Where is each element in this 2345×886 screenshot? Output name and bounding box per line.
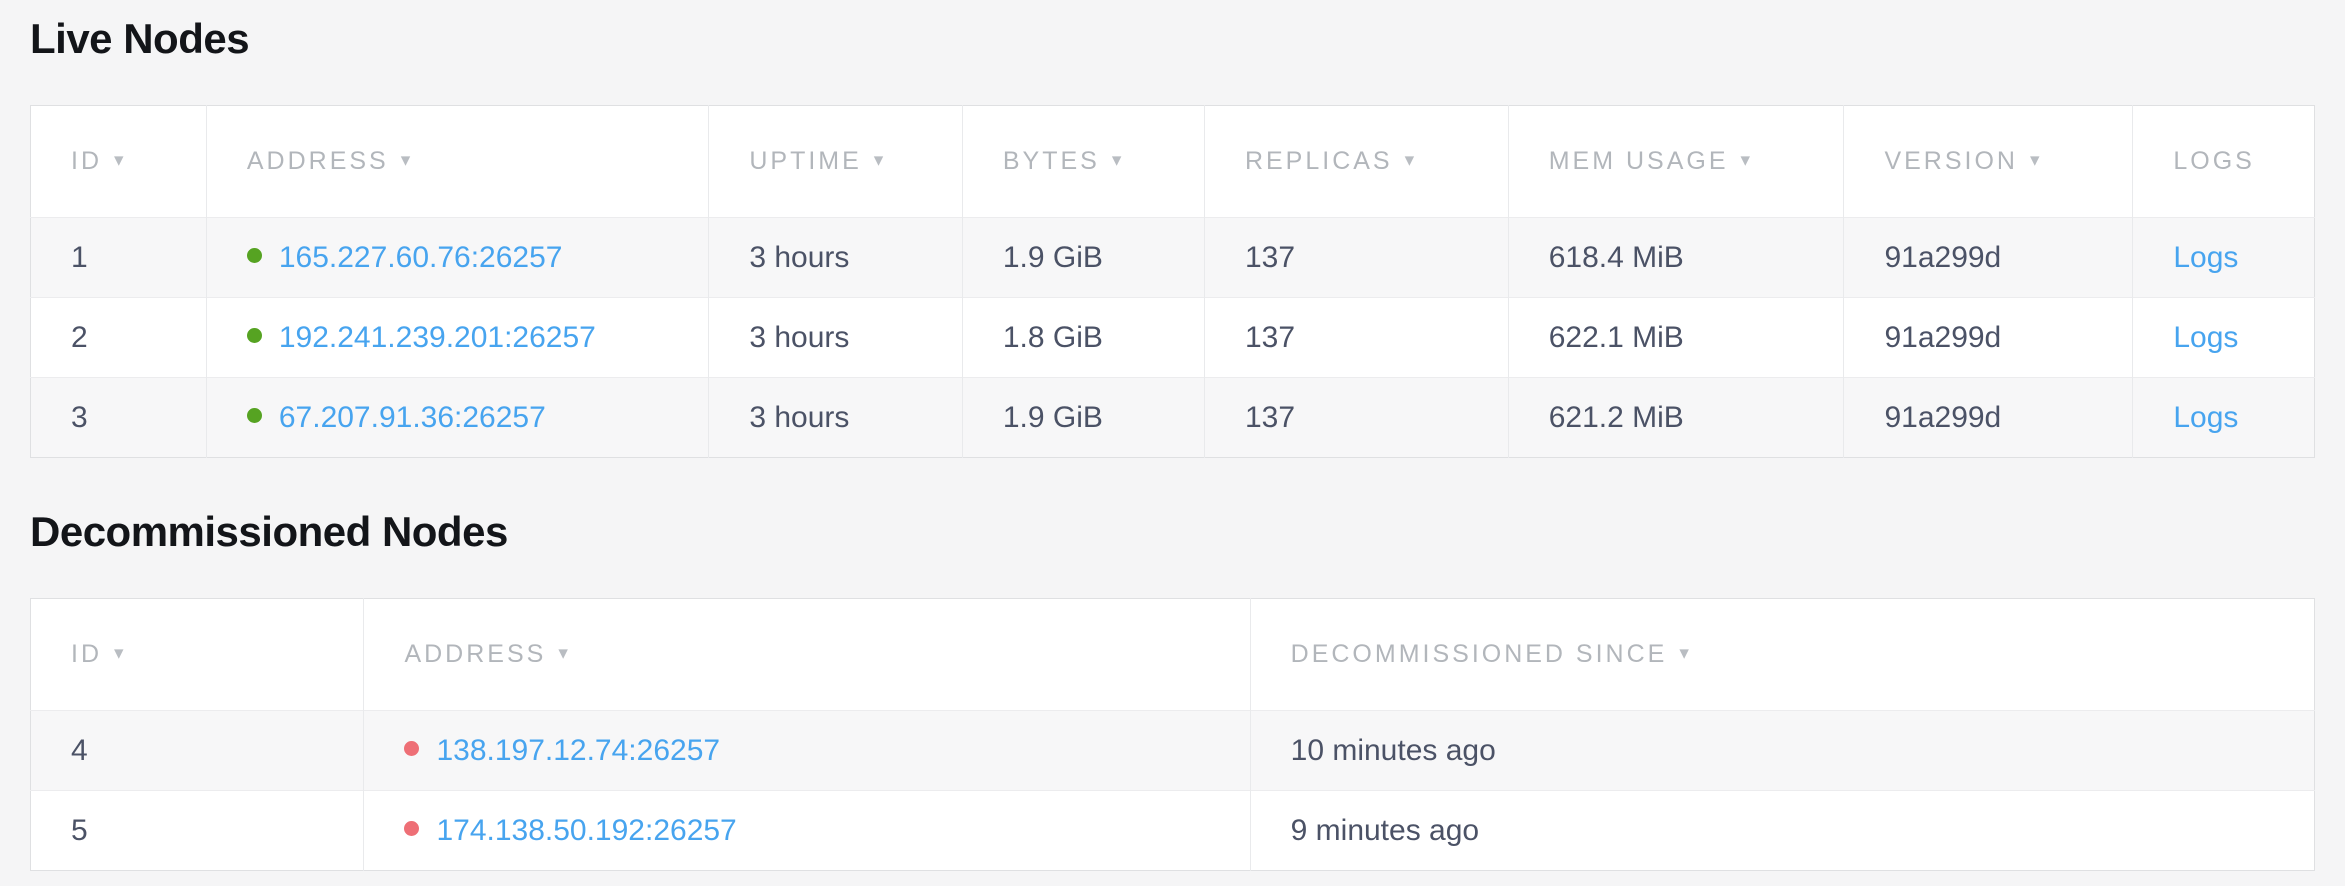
- table-row: 2 192.241.239.201:26257 3 hours 1.8 GiB …: [31, 298, 2315, 378]
- node-uptime-cell: 3 hours: [709, 378, 963, 458]
- sort-arrow-icon: ▾: [114, 643, 124, 664]
- column-header-version[interactable]: VERSION ▾: [1844, 106, 2133, 218]
- live-nodes-title: Live Nodes: [30, 15, 2315, 63]
- node-id-cell: 3: [31, 378, 207, 458]
- column-header-label: UPTIME: [749, 147, 861, 175]
- sort-arrow-icon: ▾: [1112, 150, 1122, 171]
- column-header-id[interactable]: ID ▾: [31, 106, 207, 218]
- node-replicas-cell: 137: [1204, 218, 1508, 298]
- node-logs-link[interactable]: Logs: [2173, 401, 2238, 434]
- nodes-page: Live Nodes ID ▾ ADDRESS ▾: [0, 0, 2345, 871]
- node-version-cell: 91a299d: [1844, 298, 2133, 378]
- node-address-cell: 138.197.12.74:26257: [364, 711, 1250, 791]
- node-version-cell: 91a299d: [1844, 378, 2133, 458]
- column-header-label: REPLICAS: [1245, 147, 1393, 175]
- node-replicas-cell: 137: [1204, 298, 1508, 378]
- node-id-cell: 4: [31, 711, 364, 791]
- live-status-dot-icon: [247, 328, 262, 343]
- column-header-uptime[interactable]: UPTIME ▾: [709, 106, 963, 218]
- column-header-label: ADDRESS: [404, 640, 546, 668]
- decommissioned-status-dot-icon: [404, 821, 419, 836]
- node-logs-link[interactable]: Logs: [2173, 321, 2238, 354]
- column-header-replicas[interactable]: REPLICAS ▾: [1204, 106, 1508, 218]
- node-bytes-cell: 1.9 GiB: [962, 218, 1204, 298]
- sort-arrow-icon: ▾: [114, 150, 124, 171]
- column-header-label: DECOMMISSIONED SINCE: [1291, 640, 1668, 668]
- column-header-id[interactable]: ID ▾: [31, 599, 364, 711]
- column-header-label: BYTES: [1003, 147, 1100, 175]
- decommissioned-nodes-title: Decommissioned Nodes: [30, 508, 2315, 556]
- column-header-label: ADDRESS: [247, 147, 389, 175]
- sort-arrow-icon: ▾: [1679, 643, 1689, 664]
- node-address-cell: 165.227.60.76:26257: [206, 218, 708, 298]
- sort-arrow-icon: ▾: [401, 150, 411, 171]
- node-mem-usage-cell: 621.2 MiB: [1508, 378, 1844, 458]
- node-replicas-cell: 137: [1204, 378, 1508, 458]
- live-nodes-table-header: ID ▾ ADDRESS ▾ UPTIME ▾ BYTES ▾ REPLICAS ▾: [31, 106, 2315, 218]
- node-id-cell: 2: [31, 298, 207, 378]
- sort-arrow-icon: ▾: [874, 150, 884, 171]
- node-address-cell: 174.138.50.192:26257: [364, 791, 1250, 871]
- column-header-label: LOGS: [2173, 147, 2254, 175]
- node-address-link[interactable]: 192.241.239.201:26257: [279, 321, 596, 354]
- header-row: ID ▾ ADDRESS ▾ DECOMMISSIONED SINCE ▾: [31, 599, 2315, 711]
- table-row: 1 165.227.60.76:26257 3 hours 1.9 GiB 13…: [31, 218, 2315, 298]
- column-header-label: ID: [71, 147, 102, 175]
- live-nodes-section: Live Nodes ID ▾ ADDRESS ▾: [30, 15, 2315, 458]
- column-header-logs: LOGS: [2133, 106, 2315, 218]
- table-row: 3 67.207.91.36:26257 3 hours 1.9 GiB 137…: [31, 378, 2315, 458]
- column-header-bytes[interactable]: BYTES ▾: [962, 106, 1204, 218]
- node-mem-usage-cell: 618.4 MiB: [1508, 218, 1844, 298]
- sort-arrow-icon: ▾: [2030, 150, 2040, 171]
- node-bytes-cell: 1.8 GiB: [962, 298, 1204, 378]
- live-status-dot-icon: [247, 408, 262, 423]
- node-address-link[interactable]: 138.197.12.74:26257: [436, 734, 720, 767]
- column-header-label: VERSION: [1884, 147, 2018, 175]
- table-row: 5 174.138.50.192:26257 9 minutes ago: [31, 791, 2315, 871]
- sort-arrow-icon: ▾: [1741, 150, 1751, 171]
- node-address-link[interactable]: 174.138.50.192:26257: [436, 814, 736, 847]
- column-header-decommissioned-since[interactable]: DECOMMISSIONED SINCE ▾: [1250, 599, 2314, 711]
- table-row: 4 138.197.12.74:26257 10 minutes ago: [31, 711, 2315, 791]
- node-mem-usage-cell: 622.1 MiB: [1508, 298, 1844, 378]
- header-row: ID ▾ ADDRESS ▾ UPTIME ▾ BYTES ▾ REPLICAS ▾: [31, 106, 2315, 218]
- node-logs-link[interactable]: Logs: [2173, 241, 2238, 274]
- decommissioned-nodes-table: ID ▾ ADDRESS ▾ DECOMMISSIONED SINCE ▾ 4 138…: [30, 598, 2315, 871]
- column-header-address[interactable]: ADDRESS ▾: [364, 599, 1250, 711]
- node-logs-cell: Logs: [2133, 298, 2315, 378]
- node-logs-cell: Logs: [2133, 378, 2315, 458]
- node-address-cell: 192.241.239.201:26257: [206, 298, 708, 378]
- node-uptime-cell: 3 hours: [709, 298, 963, 378]
- node-address-link[interactable]: 67.207.91.36:26257: [279, 401, 546, 434]
- live-nodes-table: ID ▾ ADDRESS ▾ UPTIME ▾ BYTES ▾ REPLICAS ▾: [30, 105, 2315, 458]
- decommissioned-status-dot-icon: [404, 741, 419, 756]
- decommissioned-nodes-section: Decommissioned Nodes ID ▾ ADDRESS ▾ DECOMM…: [30, 508, 2315, 871]
- node-address-cell: 67.207.91.36:26257: [206, 378, 708, 458]
- column-header-label: MEM USAGE: [1549, 147, 1729, 175]
- column-header-label: ID: [71, 640, 102, 668]
- node-decommissioned-since-cell: 10 minutes ago: [1250, 711, 2314, 791]
- node-id-cell: 1: [31, 218, 207, 298]
- node-version-cell: 91a299d: [1844, 218, 2133, 298]
- node-decommissioned-since-cell: 9 minutes ago: [1250, 791, 2314, 871]
- node-logs-cell: Logs: [2133, 218, 2315, 298]
- column-header-address[interactable]: ADDRESS ▾: [206, 106, 708, 218]
- node-address-link[interactable]: 165.227.60.76:26257: [279, 241, 563, 274]
- sort-arrow-icon: ▾: [1405, 150, 1415, 171]
- node-id-cell: 5: [31, 791, 364, 871]
- node-uptime-cell: 3 hours: [709, 218, 963, 298]
- sort-arrow-icon: ▾: [558, 643, 568, 664]
- decommissioned-nodes-table-header: ID ▾ ADDRESS ▾ DECOMMISSIONED SINCE ▾: [31, 599, 2315, 711]
- live-status-dot-icon: [247, 248, 262, 263]
- node-bytes-cell: 1.9 GiB: [962, 378, 1204, 458]
- column-header-mem-usage[interactable]: MEM USAGE ▾: [1508, 106, 1844, 218]
